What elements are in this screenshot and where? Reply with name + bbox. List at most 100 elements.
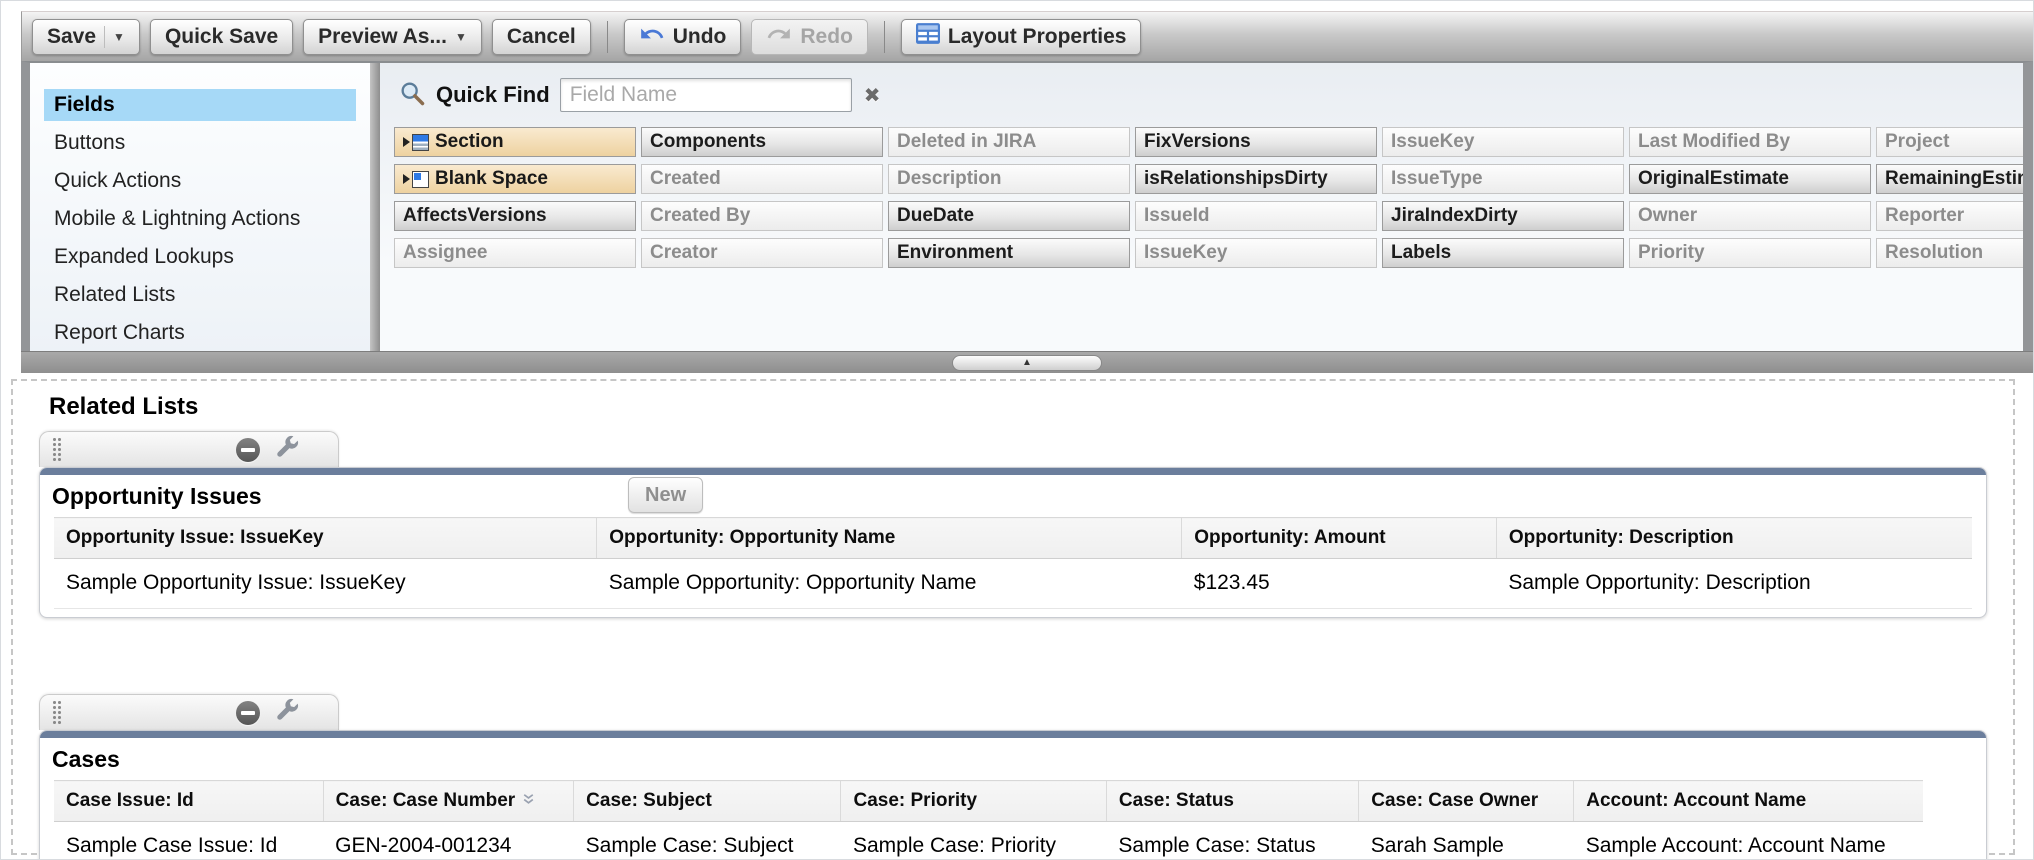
- palette-field-duedate[interactable]: DueDate: [888, 201, 1130, 231]
- table-cell: Sample Case Issue: Id: [54, 822, 323, 860]
- clear-search-icon[interactable]: ✖: [864, 83, 881, 108]
- sidebar-item-related-lists[interactable]: Related Lists: [44, 279, 356, 311]
- related-list-opportunity-issues: Opportunity Issues New Opportunity Issue…: [39, 431, 1987, 618]
- toolbar: Save ▼ Quick Save Preview As... ▼ Cancel…: [21, 11, 2033, 61]
- palette-field-fixversions[interactable]: FixVersions: [1135, 127, 1377, 157]
- table-cell: Sample Case: Priority: [841, 822, 1106, 860]
- quick-save-button[interactable]: Quick Save: [150, 19, 293, 55]
- table-cell: Sample Case: Subject: [574, 822, 841, 860]
- sort-descending-icon: [521, 790, 536, 812]
- table-cell: Sample Opportunity: Description: [1496, 559, 1972, 609]
- palette-field-remainingestimate[interactable]: RemainingEstimate: [1876, 164, 2023, 194]
- palette-field-resolution: Resolution: [1876, 238, 2023, 268]
- toolbar-separator: [607, 21, 608, 53]
- palette-field-created: Created: [641, 164, 883, 194]
- blank-space-icon: [403, 171, 429, 188]
- save-dropdown-caret-icon[interactable]: ▼: [113, 31, 125, 43]
- quick-find-label: Quick Find: [436, 82, 550, 108]
- palette-field-project: Project: [1876, 127, 2023, 157]
- column-header: Opportunity: Opportunity Name: [597, 518, 1182, 559]
- layout-canvas: Related Lists Opportunity Issues New: [1, 373, 2033, 859]
- palette-field-label: Blank Space: [435, 168, 548, 190]
- remove-related-list-icon[interactable]: [236, 701, 260, 725]
- palette-field-label: Section: [435, 131, 504, 153]
- related-list-properties-icon[interactable]: [274, 434, 300, 465]
- palette-field-blank-space[interactable]: Blank Space: [394, 164, 636, 194]
- remove-related-list-icon[interactable]: [236, 438, 260, 462]
- table-cell: $123.45: [1182, 559, 1497, 609]
- table-header-row: Case Issue: Id Case: Case Number Case: S…: [54, 781, 1923, 822]
- palette-field-issuekey-2: IssueKey: [1382, 127, 1624, 157]
- redo-label: Redo: [800, 25, 853, 49]
- palette-field-section[interactable]: Section: [394, 127, 636, 157]
- column-header: Case: Status: [1106, 781, 1358, 822]
- palette-field-components[interactable]: Components: [641, 127, 883, 157]
- related-list-drag-handle[interactable]: [39, 694, 339, 730]
- palette-field-originalestimate[interactable]: OriginalEstimate: [1629, 164, 1871, 194]
- sidebar-item-buttons[interactable]: Buttons: [44, 127, 356, 159]
- sidebar-item-mobile-lightning-actions[interactable]: Mobile & Lightning Actions: [44, 203, 356, 235]
- palette-field-environment[interactable]: Environment: [888, 238, 1130, 268]
- column-header: Case Issue: Id: [54, 781, 323, 822]
- palette-field-created-by: Created By: [641, 201, 883, 231]
- layout-properties-button[interactable]: Layout Properties: [901, 19, 1142, 55]
- palette-resize-bar: ▲: [21, 351, 2033, 373]
- toolbar-separator: [884, 21, 885, 53]
- palette-field-isrelationshipsdirty[interactable]: isRelationshipsDirty: [1135, 164, 1377, 194]
- undo-icon: [639, 21, 665, 53]
- palette-field-issuekey: IssueKey: [1135, 238, 1377, 268]
- palette-field-jiraindexdirty[interactable]: JiraIndexDirty: [1382, 201, 1624, 231]
- related-lists-dropzone: Related Lists Opportunity Issues New: [11, 379, 2015, 855]
- column-header: Case: Subject: [574, 781, 841, 822]
- layout-properties-label: Layout Properties: [948, 25, 1127, 49]
- collapse-arrow-icon: ▲: [1022, 358, 1032, 368]
- undo-label: Undo: [673, 25, 727, 49]
- related-list-panel: Opportunity Issues New Opportunity Issue…: [39, 467, 1987, 618]
- quick-find-input[interactable]: [560, 78, 852, 112]
- sidebar-item-fields[interactable]: Fields: [44, 89, 356, 121]
- palette-fields-area: Quick Find ✖ Section Blank Space Affects…: [380, 63, 2023, 353]
- table-cell: Sample Case: Status: [1106, 822, 1358, 860]
- column-header: Opportunity: Description: [1496, 518, 1972, 559]
- table-cell: Sample Opportunity: Opportunity Name: [597, 559, 1182, 609]
- palette-field-deleted-in-jira: Deleted in JIRA: [888, 127, 1130, 157]
- related-list-top-bar: [40, 468, 1986, 475]
- related-list-properties-icon[interactable]: [274, 697, 300, 728]
- collapse-palette-button[interactable]: ▲: [952, 355, 1102, 371]
- palette-field-owner: Owner: [1629, 201, 1871, 231]
- table-cell: Sarah Sample: [1359, 822, 1574, 860]
- sidebar-item-quick-actions[interactable]: Quick Actions: [44, 165, 356, 197]
- redo-icon: [766, 21, 792, 53]
- palette-panel: Fields Buttons Quick Actions Mobile & Li…: [21, 61, 2033, 373]
- preview-as-button[interactable]: Preview As... ▼: [303, 19, 482, 55]
- palette-field-last-modified-by: Last Modified By: [1629, 127, 1871, 157]
- palette-field-priority: Priority: [1629, 238, 1871, 268]
- table-row: Sample Opportunity Issue: IssueKey Sampl…: [54, 559, 1972, 609]
- palette-category-list: Fields Buttons Quick Actions Mobile & Li…: [30, 63, 370, 353]
- cancel-button[interactable]: Cancel: [492, 19, 591, 55]
- section-icon: [403, 134, 429, 151]
- palette-field-assignee: Assignee: [394, 238, 636, 268]
- related-list-drag-handle[interactable]: [39, 431, 339, 467]
- column-header: Case: Case Owner: [1359, 781, 1574, 822]
- drag-dots-icon: [52, 700, 63, 726]
- preview-as-label: Preview As...: [318, 25, 447, 49]
- table-cell: Sample Account: Account Name: [1574, 822, 1924, 860]
- palette-field-labels[interactable]: Labels: [1382, 238, 1624, 268]
- sidebar-item-report-charts[interactable]: Report Charts: [44, 317, 356, 349]
- related-list-top-bar: [40, 731, 1986, 738]
- palette-field-affectsversions[interactable]: AffectsVersions: [394, 201, 636, 231]
- related-list-panel: Cases Case Issue: Id Case: Case Number: [39, 730, 1987, 860]
- layout-properties-icon: [916, 23, 940, 50]
- sidebar-item-expanded-lookups[interactable]: Expanded Lookups: [44, 241, 356, 273]
- palette-field-description: Description: [888, 164, 1130, 194]
- page-layout-editor: Save ▼ Quick Save Preview As... ▼ Cancel…: [0, 0, 2034, 860]
- column-header: Case: Priority: [841, 781, 1106, 822]
- palette-field-reporter: Reporter: [1876, 201, 2023, 231]
- column-header: Opportunity Issue: IssueKey: [54, 518, 597, 559]
- table-cell: Sample Opportunity Issue: IssueKey: [54, 559, 597, 609]
- redo-button: Redo: [751, 19, 868, 55]
- undo-button[interactable]: Undo: [624, 19, 742, 55]
- preview-as-caret-icon: ▼: [455, 31, 467, 43]
- save-button[interactable]: Save ▼: [32, 19, 140, 55]
